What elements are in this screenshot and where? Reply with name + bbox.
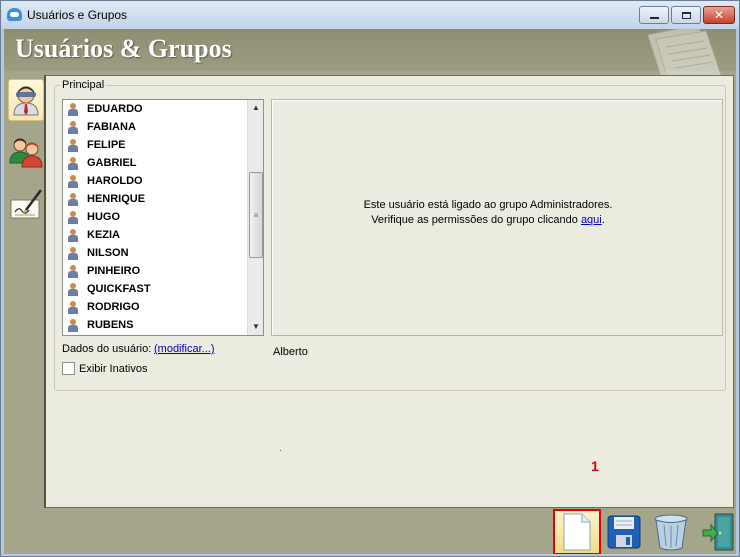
delete-button[interactable] bbox=[647, 509, 695, 554]
stray-dot bbox=[280, 450, 281, 451]
new-document-icon bbox=[563, 513, 591, 551]
user-list-item[interactable]: HENRIQUE bbox=[63, 190, 247, 208]
exit-door-icon bbox=[702, 513, 734, 551]
user-list-items: EDUARDO FABIANA FELIPE GABRIEL HAROLDO HENRIQ… bbox=[63, 100, 247, 335]
show-inactive-checkbox[interactable] bbox=[62, 362, 75, 375]
user-icon bbox=[13, 86, 39, 116]
user-icon bbox=[68, 264, 78, 278]
annotation-label: 1 bbox=[591, 458, 599, 474]
new-button[interactable] bbox=[553, 509, 601, 554]
scroll-up-arrow-icon[interactable]: ▲ bbox=[248, 100, 264, 116]
signature-tab[interactable] bbox=[8, 183, 44, 225]
user-name-label: FELIPE bbox=[87, 139, 126, 151]
info-line-2-prefix: Verifique as permissões do grupo clicand… bbox=[371, 214, 581, 226]
page-title: Usuários & Grupos bbox=[15, 34, 232, 63]
user-name-label: NILSON bbox=[87, 247, 129, 259]
user-list-item[interactable]: EDUARDO bbox=[63, 100, 247, 118]
maximize-button[interactable] bbox=[671, 6, 701, 24]
show-inactive-row[interactable]: Exibir Inativos bbox=[62, 362, 147, 375]
exit-button[interactable] bbox=[694, 509, 736, 554]
info-line-2-suffix: . bbox=[601, 214, 605, 226]
user-list-item[interactable]: HUGO bbox=[63, 208, 247, 226]
user-icon bbox=[68, 138, 78, 152]
cloud-icon bbox=[7, 8, 22, 21]
header-band: Usuários & Grupos bbox=[4, 29, 736, 83]
info-line-2: Verifique as permissões do grupo clicand… bbox=[272, 213, 704, 228]
bottom-toolbar bbox=[4, 507, 736, 554]
title-bar: Usuários e Grupos ✕ bbox=[1, 1, 739, 29]
user-list-item[interactable]: FELIPE bbox=[63, 136, 247, 154]
app-window: Usuários e Grupos ✕ Usuários & Grupos Pr… bbox=[0, 0, 740, 557]
client-area: Usuários & Grupos Principal EDUARDO FABI… bbox=[4, 29, 736, 554]
user-list-item[interactable]: FABIANA bbox=[63, 118, 247, 136]
user-name-label: EDUARDO bbox=[87, 103, 143, 115]
group-icon bbox=[9, 138, 43, 168]
maximize-icon bbox=[681, 11, 691, 19]
permission-info-panel: Este usuário está ligado ao grupo Admini… bbox=[271, 99, 723, 336]
user-data-label: Dados do usuário: bbox=[62, 343, 152, 355]
user-name-label: RODRIGO bbox=[87, 301, 140, 313]
minimize-icon bbox=[649, 16, 659, 19]
user-list-item[interactable]: NILSON bbox=[63, 244, 247, 262]
user-name-label: HENRIQUE bbox=[87, 193, 146, 205]
user-list-scrollbar[interactable]: ▲ ≡ ▼ bbox=[247, 100, 263, 335]
user-icon bbox=[68, 246, 78, 260]
groups-tab[interactable] bbox=[8, 131, 44, 173]
signature-icon bbox=[10, 189, 42, 219]
principal-group: Principal EDUARDO FABIANA FELIPE GABRIEL HAR… bbox=[54, 79, 726, 391]
scroll-down-arrow-icon[interactable]: ▼ bbox=[248, 319, 264, 335]
user-icon bbox=[68, 192, 78, 206]
save-icon bbox=[607, 515, 641, 549]
user-list-item[interactable]: KEZIA bbox=[63, 226, 247, 244]
close-button[interactable]: ✕ bbox=[703, 6, 735, 24]
user-icon bbox=[68, 210, 78, 224]
minimize-button[interactable] bbox=[639, 6, 669, 24]
user-name-label: FABIANA bbox=[87, 121, 136, 133]
user-list-item[interactable]: PINHEIRO bbox=[63, 262, 247, 280]
user-list-item[interactable]: QUICKFAST bbox=[63, 280, 247, 298]
window-title: Usuários e Grupos bbox=[27, 8, 128, 22]
group-permissions-link[interactable]: aqui bbox=[581, 214, 602, 226]
user-icon bbox=[68, 318, 78, 332]
user-name-label: KEZIA bbox=[87, 229, 120, 241]
user-list-item[interactable]: RUBENS bbox=[63, 316, 247, 334]
user-name-label: HAROLDO bbox=[87, 175, 143, 187]
group-label: Principal bbox=[60, 79, 107, 91]
user-list-item[interactable]: HAROLDO bbox=[63, 172, 247, 190]
left-sidebar bbox=[4, 75, 44, 515]
user-name-label: HUGO bbox=[87, 211, 120, 223]
scroll-thumb[interactable]: ≡ bbox=[249, 172, 263, 258]
user-list-item[interactable]: GABRIEL bbox=[63, 154, 247, 172]
trash-icon bbox=[654, 514, 688, 551]
user-list-item[interactable]: RODRIGO bbox=[63, 298, 247, 316]
user-icon bbox=[68, 300, 78, 314]
user-list[interactable]: EDUARDO FABIANA FELIPE GABRIEL HAROLDO HENRIQ… bbox=[62, 99, 264, 336]
permission-info-text: Este usuário está ligado ao grupo Admini… bbox=[272, 198, 704, 228]
user-icon bbox=[68, 102, 78, 116]
user-icon bbox=[68, 120, 78, 134]
user-name-label: PINHEIRO bbox=[87, 265, 141, 277]
selected-user-name: Alberto bbox=[273, 346, 308, 358]
save-button[interactable] bbox=[600, 509, 648, 554]
users-tab[interactable] bbox=[8, 79, 44, 121]
info-line-1: Este usuário está ligado ao grupo Admini… bbox=[363, 199, 613, 211]
user-icon bbox=[68, 156, 78, 170]
user-icon bbox=[68, 174, 78, 188]
main-panel: Principal EDUARDO FABIANA FELIPE GABRIEL HAR… bbox=[44, 75, 734, 508]
modify-user-link[interactable]: (modificar...) bbox=[154, 343, 215, 355]
user-name-label: GABRIEL bbox=[87, 157, 137, 169]
show-inactive-label: Exibir Inativos bbox=[79, 362, 148, 375]
user-icon bbox=[68, 228, 78, 242]
user-name-label: QUICKFAST bbox=[87, 283, 151, 295]
user-icon bbox=[68, 282, 78, 296]
close-icon: ✕ bbox=[713, 8, 725, 22]
user-name-label: RUBENS bbox=[87, 319, 134, 331]
